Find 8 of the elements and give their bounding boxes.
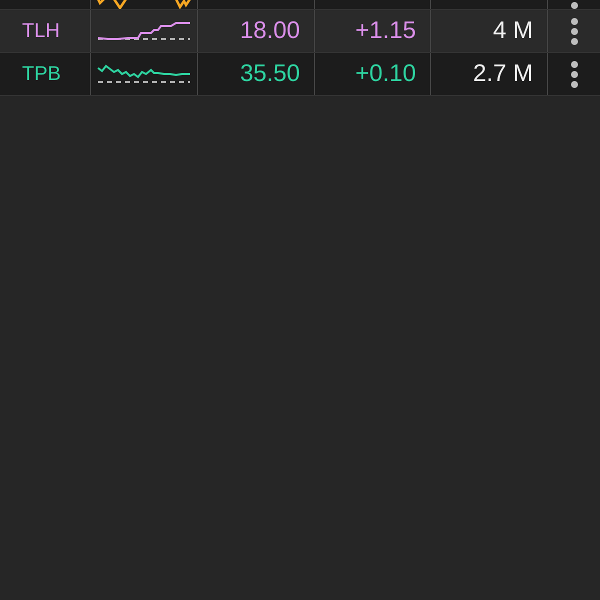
change-text: +0.10 — [355, 59, 416, 89]
volume-text: 2.7 M — [472, 59, 533, 89]
change-text: +1.15 — [355, 16, 416, 46]
ticker-label: TLH — [22, 19, 60, 44]
price-text: 35.50 — [240, 59, 300, 89]
ticker-label: TPB — [22, 62, 61, 87]
volume-text: 4 M — [492, 16, 533, 46]
price-text: 18.00 — [240, 16, 300, 46]
